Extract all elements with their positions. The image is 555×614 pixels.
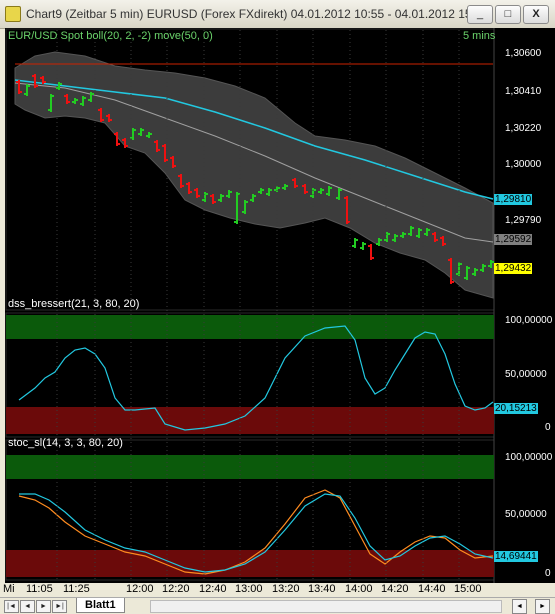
stoc-tick-50: 50,00000 — [505, 509, 547, 520]
dss-tick-100: 100,00000 — [505, 315, 553, 326]
ma-fast-price-tag: 1,29810 — [494, 194, 533, 205]
last-price-tag: 1,29432 — [494, 263, 533, 274]
time-label-1500: 15:00 — [454, 583, 482, 595]
price-panel-label: EUR/USD Spot boll(20, 2, -2) move(50, 0) — [8, 30, 213, 42]
time-label-1400: 14:00 — [345, 583, 373, 595]
band-price-tag: 1,29592 — [494, 234, 533, 245]
window-titlebar: Chart9 (Zeitbar 5 min) EURUSD (Forex FXd… — [0, 0, 555, 29]
stoc-panel-label: stoc_sl(14, 3, 3, 80, 20) — [8, 437, 123, 449]
time-label-1240: 12:40 — [199, 583, 227, 595]
stoc-tick-0: 0 — [545, 568, 551, 579]
dss-tick-0: 0 — [545, 422, 551, 433]
time-label-1340: 13:40 — [308, 583, 336, 595]
price-tick-5: 1,29790 — [505, 215, 542, 226]
scroll-left-arrow-icon[interactable]: ◄ — [512, 599, 527, 614]
time-label-1125: 11:25 — [63, 583, 90, 595]
price-tick-4: 1,30000 — [505, 159, 542, 170]
maximize-button[interactable]: □ — [495, 5, 521, 24]
chart-area[interactable]: EUR/USD Spot boll(20, 2, -2) move(50, 0)… — [5, 28, 555, 583]
sheet-last-button[interactable]: ►| — [52, 600, 67, 613]
sheet-tab-blatt1[interactable]: Blatt1 — [76, 598, 125, 613]
stoc-overbought-zone — [6, 455, 494, 479]
price-layer — [14, 51, 494, 299]
stoc-oversold-zone — [6, 550, 494, 577]
price-interval-label: 5 mins — [463, 30, 496, 42]
time-label-1440: 14:40 — [418, 583, 446, 595]
sheet-tab-bar: |◄ ◄ ► ►| Blatt1 ◄ ► — [0, 597, 555, 614]
dss-panel-label: dss_bressert(21, 3, 80, 20) — [8, 298, 140, 310]
time-label-1105: 11:05 — [26, 583, 53, 595]
stoc-value-tag: 14,69441 — [494, 551, 538, 562]
time-label-1300: 13:00 — [235, 583, 263, 595]
time-day-label: Mi — [3, 583, 15, 595]
close-button[interactable]: X — [523, 5, 549, 24]
scroll-right-arrow-icon[interactable]: ► — [535, 599, 550, 614]
time-label-1420: 14:20 — [381, 583, 409, 595]
window-title: Chart9 (Zeitbar 5 min) EURUSD (Forex FXd… — [26, 7, 487, 21]
sheet-first-button[interactable]: |◄ — [4, 600, 19, 613]
minimize-button[interactable]: _ — [467, 5, 493, 24]
time-label-1200: 12:00 — [126, 583, 154, 595]
time-label-1220: 12:20 — [162, 583, 190, 595]
sheet-next-button[interactable]: ► — [36, 600, 51, 613]
price-tick-1: 1,30600 — [505, 48, 542, 59]
dss-tick-50: 50,00000 — [505, 369, 547, 380]
dss-overbought-zone — [6, 315, 494, 339]
dss-value-tag: 20,15213 — [494, 403, 538, 414]
horizontal-scrollbar[interactable] — [150, 600, 502, 613]
time-axis: Mi 11:05 11:25 12:00 12:20 12:40 13:00 1… — [0, 583, 555, 597]
sheet-prev-button[interactable]: ◄ — [20, 600, 35, 613]
time-label-1320: 13:20 — [272, 583, 300, 595]
price-tick-2: 1,30410 — [505, 86, 542, 97]
chart-app-icon — [5, 6, 21, 22]
stoc-tick-100: 100,00000 — [505, 452, 553, 463]
price-tick-3: 1,30220 — [505, 123, 542, 134]
